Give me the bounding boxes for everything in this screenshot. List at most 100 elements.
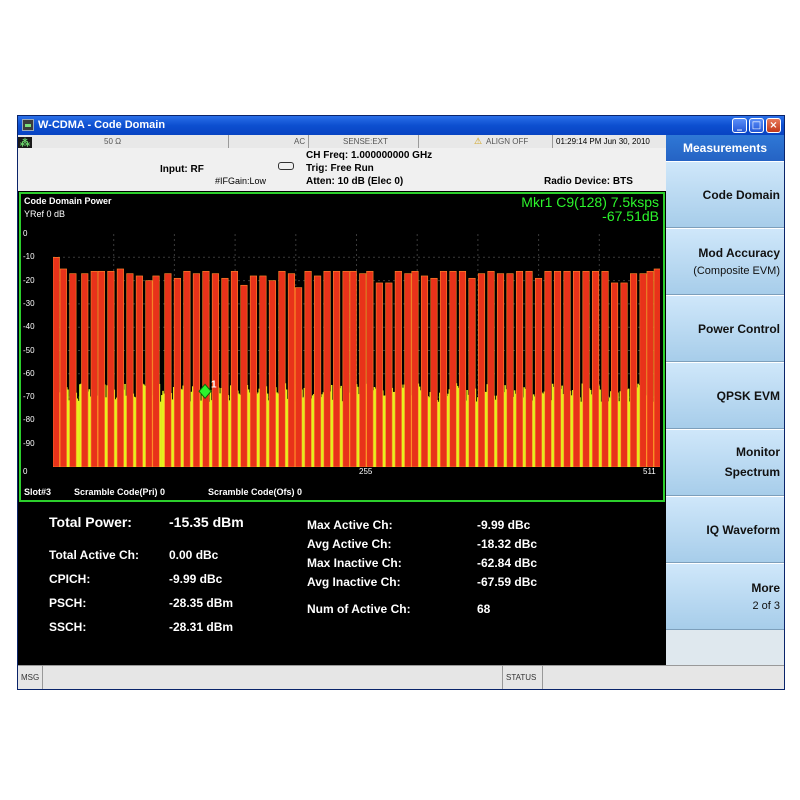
msg-label: MSG: [21, 673, 40, 682]
softkey-mod-accuracy[interactable]: Mod Accuracy (Composite EVM): [666, 228, 784, 295]
close-button[interactable]: ×: [766, 118, 781, 133]
softkey-label: QPSK EVM: [716, 389, 780, 403]
softkey-label: Power Control: [697, 322, 780, 336]
total-power-value: -15.35 dBm: [169, 514, 244, 530]
total-active-label: Total Active Ch:: [49, 548, 140, 562]
active-channel-bar: [152, 275, 160, 467]
y-tick-label: 0: [23, 229, 28, 238]
active-channel-bar: [591, 270, 600, 467]
softkey-monitor-spectrum[interactable]: Monitor Spectrum: [666, 429, 784, 496]
impedance-readout: 50 Ω: [104, 137, 122, 146]
softkey-label: Mod Accuracy: [698, 246, 780, 260]
active-channel-bar: [268, 280, 276, 467]
active-channel-bar: [506, 273, 514, 467]
ssch-label: SSCH:: [49, 620, 87, 634]
active-channel-bar: [69, 273, 77, 467]
active-channel-bar: [278, 270, 286, 467]
active-channel-bar: [553, 270, 562, 467]
warning-icon: ⚠: [474, 136, 483, 146]
num-active-value: 68: [477, 602, 491, 616]
app-icon: [22, 119, 34, 131]
y-tick-label: -30: [23, 298, 35, 308]
active-channel-bar: [430, 277, 438, 467]
marker-readout-line1: Mkr1 C9(128) 7.5ksps: [521, 194, 659, 210]
active-channel-bar: [572, 270, 581, 467]
active-channel-bar: [259, 275, 267, 467]
active-channel-bar: [477, 273, 486, 467]
minimize-button[interactable]: _: [732, 118, 747, 133]
cpich-label: CPICH:: [49, 572, 91, 586]
softkey-qpsk-evm[interactable]: QPSK EVM: [666, 362, 784, 429]
yref-label: YRef: [24, 209, 45, 219]
plot-area[interactable]: 1: [53, 234, 660, 467]
measurement-info-bar: Input: RF #IFGain:Low CH Freq: 1.0000000…: [18, 148, 668, 191]
active-channel-bar: [295, 287, 303, 467]
coupling-readout: AC: [294, 137, 306, 146]
active-channel-bar: [126, 273, 134, 467]
radio-device-setting[interactable]: Radio Device: BTS: [544, 176, 633, 187]
active-channel-bar: [183, 270, 191, 467]
active-channel-bar: [90, 270, 98, 467]
title-bar: W-CDMA - Code Domain _ □ ×: [18, 116, 784, 135]
status-label: STATUS: [506, 673, 537, 682]
ch-freq-setting[interactable]: CH Freq: 1.000000000 GHz: [306, 150, 432, 161]
active-channel-bar: [468, 277, 476, 467]
marker-number-label: 1: [211, 379, 217, 390]
active-channel-bar: [487, 270, 495, 467]
trigger-setting[interactable]: Trig: Free Run: [306, 163, 374, 174]
avg-inactive-label: Avg Inactive Ch:: [307, 575, 401, 589]
max-active-label: Max Active Ch:: [307, 518, 393, 532]
active-channel-bar: [411, 270, 419, 467]
active-channel-bar: [59, 268, 67, 467]
softkey-iq-waveform[interactable]: IQ Waveform: [666, 496, 784, 563]
active-channel-bar: [342, 270, 350, 467]
active-channel-bar: [359, 273, 367, 467]
align-readout: ALIGN OFF: [486, 137, 529, 146]
active-channel-bar: [525, 270, 533, 467]
cpich-value: -9.99 dBc: [169, 572, 223, 586]
active-channel-bar: [192, 273, 200, 467]
total-power-label: Total Power:: [49, 514, 132, 530]
active-channel-bar: [221, 277, 229, 467]
code-domain-power-graph[interactable]: Code Domain Power YRef 0 dB Mkr1 C9(128)…: [19, 192, 665, 502]
active-channel-bar: [97, 270, 105, 467]
softkey-label: Monitor: [736, 445, 780, 459]
active-channel-bar: [630, 273, 638, 467]
active-channel-bar: [544, 270, 552, 467]
y-tick-label: -10: [23, 252, 35, 262]
softkey-label: Code Domain: [702, 188, 780, 202]
active-channel-bar: [135, 275, 143, 467]
active-channel-bar: [563, 270, 571, 467]
active-channel-bar: [366, 270, 374, 467]
active-channel-bar: [601, 270, 609, 467]
softkey-code-domain[interactable]: Code Domain: [666, 161, 784, 228]
maximize-button[interactable]: □: [749, 118, 764, 133]
max-inactive-label: Max Inactive Ch:: [307, 556, 402, 570]
x-tick-label: 0: [23, 467, 28, 476]
app-window: W-CDMA - Code Domain _ □ × ⁂ 50 Ω AC SEN…: [17, 115, 785, 690]
atten-setting[interactable]: Atten: 10 dB (Elec 0): [306, 176, 403, 187]
active-channel-bar: [439, 270, 448, 467]
softkey-power-control[interactable]: Power Control: [666, 295, 784, 362]
active-channel-bar: [81, 273, 89, 467]
softkey-label-2: Spectrum: [724, 465, 780, 479]
active-channel-bar: [420, 275, 429, 467]
ssch-value: -28.31 dBm: [169, 620, 234, 634]
x-tick-label: 511: [643, 467, 656, 476]
active-channel-bar: [249, 275, 257, 467]
active-channel-bar: [107, 270, 115, 467]
input-connector-icon: [278, 162, 294, 170]
active-channel-bar: [230, 270, 238, 467]
active-channel-bar: [202, 270, 210, 467]
active-channel-bar: [646, 270, 654, 467]
softkey-menu-title: Measurements: [666, 135, 784, 161]
active-channel-bar: [323, 270, 331, 467]
scramble-ofs-label: Scramble Code(Ofs) 0: [208, 487, 303, 497]
y-tick-label: -70: [23, 392, 35, 402]
y-tick-label: -50: [23, 345, 35, 355]
active-channel-bar: [333, 270, 341, 467]
avg-active-label: Avg Active Ch:: [307, 537, 392, 551]
softkey-more[interactable]: More 2 of 3: [666, 563, 784, 630]
active-channel-bar: [116, 268, 124, 467]
code-domain-chart: 1: [53, 234, 660, 467]
